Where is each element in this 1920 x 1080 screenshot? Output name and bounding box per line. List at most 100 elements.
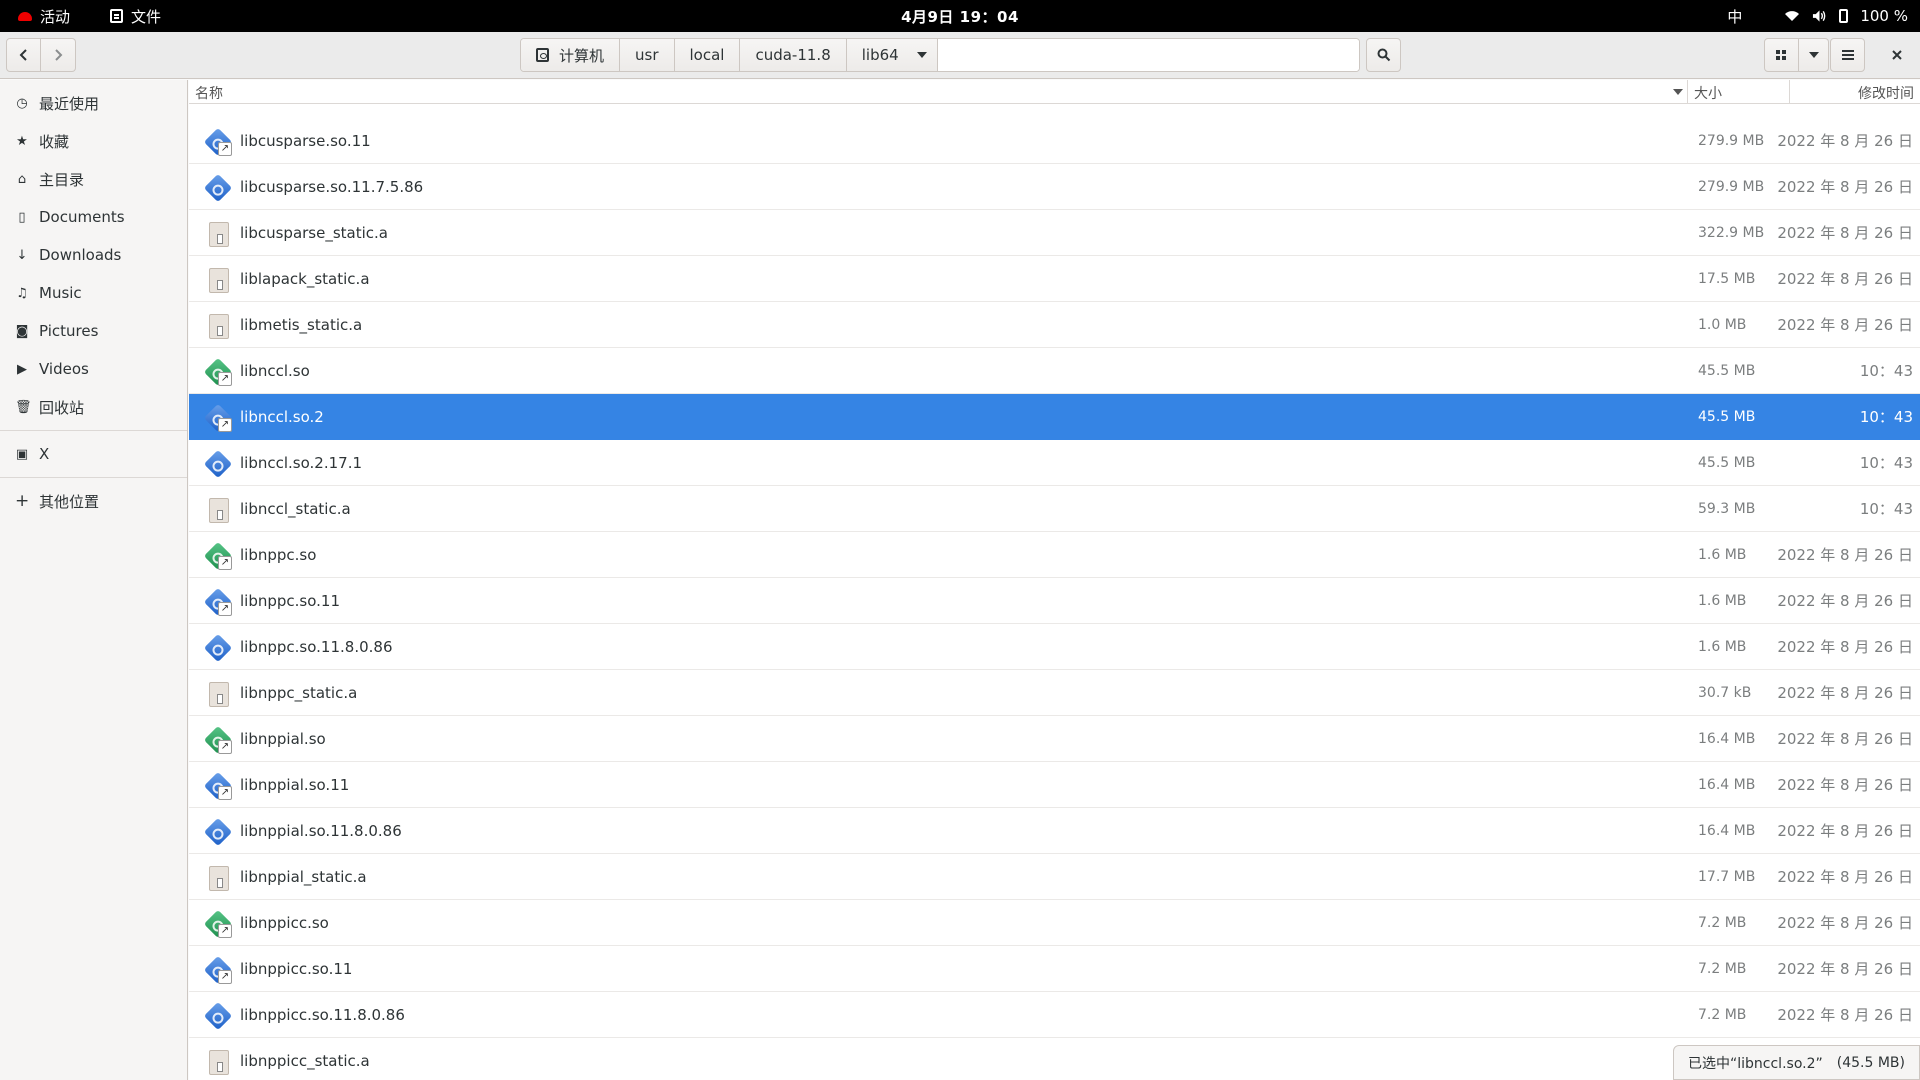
- file-list-view[interactable]: 名称 大小 修改时间 ↗ libcusparse.so.11 279.9 MB 202…: [189, 80, 1920, 1080]
- file-row[interactable]: libnppial.so.11.8.0.86 16.4 MB 2022 年 8 月 …: [189, 808, 1920, 854]
- grid-view-button[interactable]: [1764, 38, 1799, 72]
- file-name: libnppial.so.11.8.0.86: [240, 821, 402, 840]
- sidebar-item-label: 回收站: [39, 398, 85, 417]
- file-row[interactable]: ↗ libnccl.so.2 45.5 MB 10：43: [189, 394, 1920, 440]
- file-row[interactable]: ↗ libnppc.so 1.6 MB 2022 年 8 月 26 日: [189, 532, 1920, 578]
- file-modified: 10：43: [1859, 408, 1913, 426]
- system-tray[interactable]: 中 100 %: [1727, 6, 1908, 27]
- main-menu-button[interactable]: [1830, 38, 1865, 72]
- archive-shape: [209, 314, 229, 339]
- file-modified: 10：43: [1859, 362, 1913, 380]
- window-close-button[interactable]: [1879, 38, 1914, 72]
- sidebar-item-label: Videos: [39, 360, 89, 378]
- sidebar-item-downloads[interactable]: ↓ Downloads: [0, 236, 187, 274]
- file-size: 45.5 MB: [1698, 454, 1756, 471]
- sidebar-divider: [0, 477, 187, 478]
- sidebar-item-label: Pictures: [39, 322, 99, 340]
- camera-icon: ◙: [15, 323, 29, 339]
- file-size: 16.4 MB: [1698, 776, 1756, 793]
- sidebar-item-pictures[interactable]: ◙ Pictures: [0, 312, 187, 350]
- file-row[interactable]: libnppicc.so.11.8.0.86 7.2 MB 2022 年 8 月 2…: [189, 992, 1920, 1038]
- column-header-modified[interactable]: 修改时间: [1858, 83, 1914, 103]
- file-row[interactable]: libnccl_static.a 59.3 MB 10：43: [189, 486, 1920, 532]
- column-divider: [1789, 80, 1790, 104]
- file-row[interactable]: libnccl.so.2.17.1 45.5 MB 10：43: [189, 440, 1920, 486]
- download-icon: ↓: [16, 247, 28, 263]
- archive-file-icon: [204, 220, 232, 248]
- input-method-indicator[interactable]: 中: [1727, 6, 1742, 27]
- file-name: libnppc_static.a: [240, 683, 358, 702]
- breadcrumb-cuda[interactable]: cuda-11.8: [740, 39, 847, 71]
- file-row[interactable]: libnppicc_static.a: [189, 1038, 1920, 1080]
- file-modified: 2022 年 8 月 26 日: [1777, 638, 1913, 656]
- symlink-arrow-icon: ↗: [218, 602, 232, 616]
- file-name: libnppicc.so.11.8.0.86: [240, 1005, 405, 1024]
- file-name: libnccl_static.a: [240, 499, 351, 518]
- sidebar-item-home[interactable]: ⌂ 主目录: [0, 160, 187, 198]
- file-modified: 2022 年 8 月 26 日: [1777, 592, 1913, 610]
- column-divider: [1687, 80, 1688, 104]
- file-modified: 2022 年 8 月 26 日: [1777, 868, 1913, 886]
- redhat-logo-icon: [18, 11, 32, 21]
- clock[interactable]: 4月9日 19：04: [0, 6, 1920, 27]
- file-size: 1.6 MB: [1698, 592, 1747, 609]
- library-diamond-shape: [203, 1001, 233, 1031]
- file-modified: 2022 年 8 月 26 日: [1777, 224, 1913, 242]
- file-row[interactable]: libnppc.so.11.8.0.86 1.6 MB 2022 年 8 月 26 …: [189, 624, 1920, 670]
- file-row[interactable]: libcusparse_static.a 322.9 MB 2022 年 8 月 2…: [189, 210, 1920, 256]
- file-size: 7.2 MB: [1698, 1006, 1747, 1023]
- chevron-right-icon: [55, 49, 63, 61]
- column-header-size[interactable]: 大小: [1694, 83, 1722, 103]
- forward-button[interactable]: [41, 38, 76, 72]
- file-row[interactable]: ↗ libnppial.so 16.4 MB 2022 年 8 月 26 日: [189, 716, 1920, 762]
- sidebar-item-recent[interactable]: ◷ 最近使用: [0, 84, 187, 122]
- back-button[interactable]: [6, 38, 41, 72]
- sidebar-item-label: 最近使用: [39, 94, 100, 113]
- breadcrumb-lib64[interactable]: lib64: [846, 39, 938, 71]
- file-row[interactable]: liblapack_static.a 17.5 MB 2022 年 8 月 26 日: [189, 256, 1920, 302]
- archive-shape: [209, 222, 229, 247]
- file-modified: 2022 年 8 月 26 日: [1777, 1006, 1913, 1024]
- breadcrumb-usr[interactable]: usr: [620, 39, 675, 71]
- shared-library-icon: [203, 1001, 233, 1031]
- file-row[interactable]: libmetis_static.a 1.0 MB 2022 年 8 月 26 日: [189, 302, 1920, 348]
- file-row[interactable]: ↗ libnppc.so.11 1.6 MB 2022 年 8 月 26 日: [189, 578, 1920, 624]
- app-menu[interactable]: 文件: [110, 6, 161, 27]
- file-size: 17.7 MB: [1698, 868, 1756, 885]
- archive-shape: [209, 682, 229, 707]
- home-icon: ⌂: [17, 171, 27, 187]
- view-dropdown-button[interactable]: [1799, 38, 1829, 72]
- shared-library-icon: [203, 449, 233, 479]
- file-row[interactable]: ↗ libnppial.so.11 16.4 MB 2022 年 8 月 26 日: [189, 762, 1920, 808]
- clock-icon: ◷: [16, 95, 28, 111]
- breadcrumb-local[interactable]: local: [674, 39, 741, 71]
- file-row[interactable]: libnppc_static.a 30.7 kB 2022 年 8 月 26 日: [189, 670, 1920, 716]
- search-icon: [1377, 48, 1390, 62]
- file-name: libnppc.so: [240, 545, 317, 564]
- star-icon: ★: [16, 133, 28, 149]
- sidebar-item-music[interactable]: ♫ Music: [0, 274, 187, 312]
- sidebar-item-starred[interactable]: ★ 收藏: [0, 122, 187, 160]
- sidebar-item-videos[interactable]: ▶ Videos: [0, 350, 187, 388]
- sidebar-item-trash[interactable]: 🗑 回收站: [0, 388, 187, 426]
- file-row[interactable]: ↗ libnppicc.so.11 7.2 MB 2022 年 8 月 26 日: [189, 946, 1920, 992]
- file-row[interactable]: libnppial_static.a 17.7 MB 2022 年 8 月 26 日: [189, 854, 1920, 900]
- file-size: 279.9 MB: [1698, 178, 1765, 195]
- sidebar-item-documents[interactable]: ▯ Documents: [0, 198, 187, 236]
- sidebar-item-drive-x[interactable]: ▣ X: [0, 435, 187, 473]
- search-button[interactable]: [1366, 38, 1401, 72]
- path-bar: 计算机 usr local cuda-11.8 lib64: [520, 38, 1360, 72]
- file-modified: 2022 年 8 月 26 日: [1777, 730, 1913, 748]
- file-row[interactable]: ↗ libcusparse.so.11 279.9 MB 2022 年 8 月 26 …: [189, 118, 1920, 164]
- plus-icon: +: [15, 491, 30, 511]
- sidebar-item-other-locations[interactable]: + 其他位置: [0, 482, 187, 520]
- file-row[interactable]: libcusparse.so.11.7.5.86 279.9 MB 2022 年 8…: [189, 164, 1920, 210]
- file-row[interactable]: ↗ libnppicc.so 7.2 MB 2022 年 8 月 26 日: [189, 900, 1920, 946]
- activities-button[interactable]: 活动: [18, 6, 70, 27]
- shared-library-icon: ↗: [203, 725, 233, 755]
- file-row[interactable]: ↗ libnccl.so 45.5 MB 10：43: [189, 348, 1920, 394]
- breadcrumb-label: usr: [635, 46, 659, 64]
- breadcrumb-computer[interactable]: 计算机: [521, 39, 621, 71]
- shared-library-icon: ↗: [203, 357, 233, 387]
- column-header-name[interactable]: 名称: [195, 83, 223, 103]
